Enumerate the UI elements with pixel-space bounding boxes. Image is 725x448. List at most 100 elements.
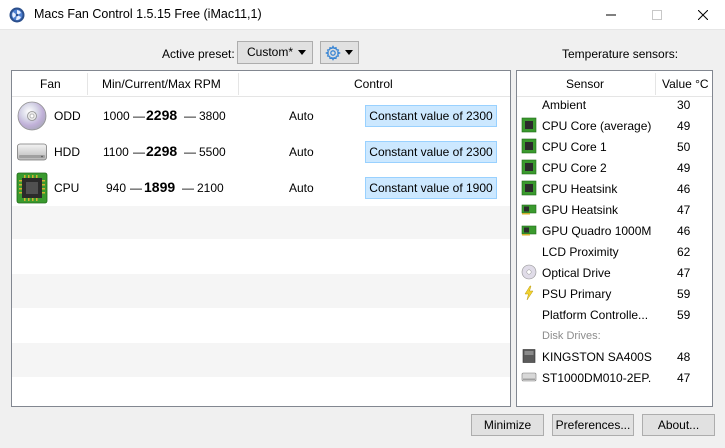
column-divider	[87, 73, 88, 95]
fan-app-icon	[9, 7, 25, 23]
fan-list[interactable]: Fan Min/Current/Max RPM Control ODD 1000…	[11, 70, 511, 407]
rpm-separator: —	[184, 145, 196, 159]
cpu-chip-icon	[16, 172, 48, 204]
sensor-row[interactable]: CPU Core 1 50	[517, 136, 712, 157]
gpu-card-icon	[521, 225, 537, 236]
dropdown-arrow-icon	[345, 50, 353, 55]
fan-column-header[interactable]: Fan	[40, 77, 61, 91]
fan-control-custom[interactable]: Constant value of 2300	[365, 105, 497, 127]
sensor-row[interactable]: GPU Heatsink 47	[517, 199, 712, 220]
sensor-row[interactable]: GPU Quadro 1000M 46	[517, 220, 712, 241]
maximize-icon	[652, 10, 662, 20]
optical-drive-icon	[17, 101, 47, 131]
sensor-name: GPU Heatsink	[542, 203, 619, 217]
rpm-separator: —	[133, 109, 145, 123]
fan-mode-auto[interactable]: Auto	[289, 109, 314, 123]
fan-row-hdd[interactable]: HDD 1100 — 2298 — 5500 Auto Constant val…	[12, 134, 510, 170]
fan-max-rpm: 3800	[199, 109, 226, 123]
hard-drive-icon	[17, 143, 47, 161]
fan-name: HDD	[54, 145, 80, 159]
fan-mode-auto[interactable]: Auto	[289, 145, 314, 159]
preferences-button[interactable]: Preferences...	[552, 414, 634, 436]
fan-name: ODD	[54, 109, 81, 123]
fan-current-rpm: 2298	[146, 107, 178, 123]
rpm-separator: —	[130, 181, 142, 195]
sensor-value: 46	[677, 224, 691, 238]
sensor-name: ST1000DM010-2EP...	[542, 371, 652, 385]
optical-drive-icon	[521, 264, 537, 280]
sensor-value: 47	[677, 371, 691, 385]
sensor-row[interactable]: ST1000DM010-2EP... 47	[517, 367, 712, 388]
value-column-header[interactable]: Value °C	[662, 77, 709, 91]
sensor-name: CPU Heatsink	[542, 182, 618, 196]
sensor-row[interactable]: Ambient 30	[517, 94, 712, 115]
empty-row	[12, 206, 510, 239]
sensor-name: Platform Controlle...	[542, 308, 649, 322]
close-window-button[interactable]	[680, 0, 725, 30]
fan-row-cpu[interactable]: CPU 940 — 1899 — 2100 Auto Constant valu…	[12, 170, 510, 206]
sensor-value: 59	[677, 308, 691, 322]
temperature-sensors-label: Temperature sensors:	[562, 47, 679, 61]
gear-icon	[325, 45, 341, 61]
fan-min-rpm: 1000	[103, 109, 130, 123]
sensor-name: CPU Core 2	[542, 161, 607, 175]
control-column-header[interactable]: Control	[354, 77, 393, 91]
rpm-separator: —	[182, 181, 194, 195]
close-icon	[698, 10, 708, 20]
sensor-row[interactable]: CPU Core (average) 49	[517, 115, 712, 136]
fan-mode-auto[interactable]: Auto	[289, 181, 314, 195]
dropdown-arrow-icon	[298, 50, 306, 55]
rpm-column-header[interactable]: Min/Current/Max RPM	[102, 77, 221, 91]
sensor-name: Optical Drive	[542, 266, 611, 280]
ssd-icon	[522, 349, 536, 363]
empty-row	[12, 343, 510, 377]
preset-value: Custom*	[247, 45, 294, 59]
fan-row-odd[interactable]: ODD 1000 — 2298 — 3800 Auto Constant val…	[12, 98, 510, 134]
rpm-separator: —	[133, 145, 145, 159]
sensor-value: 48	[677, 350, 691, 364]
hard-drive-icon	[521, 372, 537, 382]
sensor-row[interactable]: KINGSTON SA400S... 48	[517, 346, 712, 367]
minimize-window-button[interactable]	[588, 0, 634, 30]
rpm-separator: —	[184, 109, 196, 123]
fan-current-rpm: 2298	[146, 143, 178, 159]
fan-table-header: Fan Min/Current/Max RPM Control	[12, 71, 510, 97]
fan-min-rpm: 940	[106, 181, 127, 195]
sensor-row[interactable]: CPU Core 2 49	[517, 157, 712, 178]
sensor-value: 30	[677, 98, 691, 112]
fan-name: CPU	[54, 181, 80, 195]
sensor-row[interactable]: LCD Proximity 62	[517, 241, 712, 262]
sensor-column-header[interactable]: Sensor	[566, 77, 604, 91]
sensor-list[interactable]: Sensor Value °C Ambient 30 CPU Core (ave…	[516, 70, 713, 407]
minimize-button[interactable]: Minimize	[471, 414, 544, 436]
sensor-row[interactable]: CPU Heatsink 46	[517, 178, 712, 199]
about-button[interactable]: About...	[642, 414, 715, 436]
sensor-value: 49	[677, 161, 691, 175]
preset-settings-button[interactable]	[320, 41, 359, 64]
sensor-value: 47	[677, 266, 691, 280]
sensor-name: GPU Quadro 1000M	[542, 224, 652, 238]
column-divider	[655, 73, 656, 95]
sensor-value: 46	[677, 182, 691, 196]
lightning-icon	[524, 285, 534, 301]
maximize-window-button[interactable]	[634, 0, 680, 30]
sensor-row[interactable]: Platform Controlle... 59	[517, 304, 712, 325]
sensor-name: Ambient	[542, 98, 587, 112]
fan-max-rpm: 5500	[199, 145, 226, 159]
sensor-row[interactable]: PSU Primary 59	[517, 283, 712, 304]
fan-min-rpm: 1100	[103, 145, 129, 159]
window-title: Macs Fan Control 1.5.15 Free (iMac11,1)	[34, 7, 262, 21]
sensor-name: PSU Primary	[542, 287, 612, 301]
fan-current-rpm: 1899	[144, 179, 176, 195]
sensor-name: LCD Proximity	[542, 245, 619, 259]
column-divider	[238, 73, 239, 95]
sensor-value: 50	[677, 140, 691, 154]
disk-drives-group-label: Disk Drives:	[542, 330, 601, 342]
fan-control-custom[interactable]: Constant value of 2300	[365, 141, 497, 163]
fan-control-custom[interactable]: Constant value of 1900	[365, 177, 497, 199]
active-preset-label: Active preset:	[162, 47, 235, 61]
chip-icon	[521, 117, 537, 133]
gpu-card-icon	[521, 204, 537, 215]
preset-dropdown[interactable]: Custom*	[237, 41, 313, 64]
sensor-row[interactable]: Optical Drive 47	[517, 262, 712, 283]
